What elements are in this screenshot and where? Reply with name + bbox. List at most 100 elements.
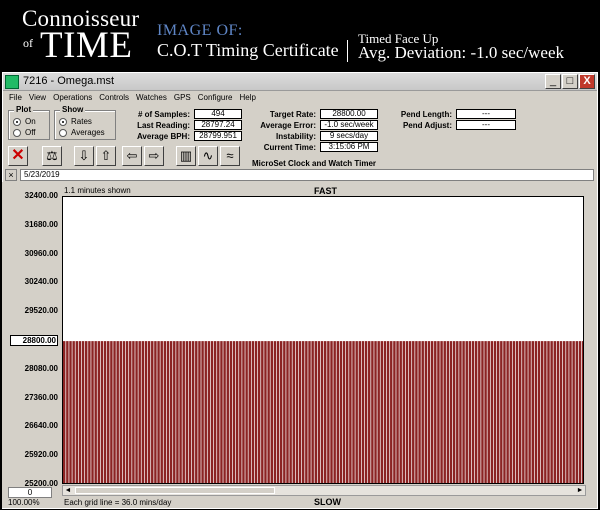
rate-bar	[289, 341, 292, 483]
rate-bar	[380, 341, 384, 483]
maximize-button[interactable]: □	[562, 74, 578, 89]
menu-file[interactable]: File	[6, 91, 26, 105]
rate-bar	[525, 341, 528, 483]
banner-divider	[347, 40, 348, 62]
rate-bar	[279, 341, 283, 483]
rate-bar	[396, 341, 399, 483]
plot-off-option[interactable]: Off	[13, 128, 36, 137]
rate-bar	[85, 341, 88, 483]
rate-bar	[239, 341, 242, 483]
rate-bar	[468, 341, 472, 483]
menu-view[interactable]: View	[26, 91, 50, 105]
y-tick-label: 28080.00	[24, 363, 58, 373]
target-rate-label: Target Rate:	[269, 110, 316, 119]
rate-bar	[176, 341, 179, 483]
close-button[interactable]: X	[579, 74, 595, 89]
rate-bar	[166, 341, 170, 483]
menu-help[interactable]: Help	[236, 91, 259, 105]
average-bph-label: Average BPH:	[136, 132, 190, 141]
rate-bar	[456, 341, 459, 483]
rate-bar	[364, 341, 368, 483]
menu-gps[interactable]: GPS	[171, 91, 195, 105]
bar-chart-button[interactable]: ▥	[176, 146, 196, 166]
rate-bar	[210, 341, 214, 483]
last-reading-label: Last Reading:	[137, 121, 190, 130]
rate-bar	[471, 341, 475, 483]
y-tick-label: 29520.00	[24, 306, 58, 316]
y-tick-label: 26640.00	[24, 421, 58, 431]
rate-bar	[169, 341, 173, 483]
minutes-shown-label: 1.1 minutes shown	[64, 186, 131, 195]
rate-bar	[402, 341, 406, 483]
rate-bar	[78, 341, 82, 483]
rate-bar	[163, 341, 167, 483]
rate-bar	[474, 341, 478, 483]
rate-bar	[97, 341, 101, 483]
rate-bar	[418, 341, 421, 483]
rate-bar	[575, 341, 579, 483]
show-rates-radio[interactable]	[59, 117, 67, 126]
wave-chart-button[interactable]: ∿	[198, 146, 218, 166]
rate-bar	[465, 341, 468, 483]
clear-button[interactable]: ✕	[8, 146, 28, 166]
rate-bar	[69, 341, 72, 483]
rate-bar	[100, 341, 104, 483]
rate-bar	[440, 341, 443, 483]
plot-on-option[interactable]: On	[13, 117, 36, 126]
scroll-right-button[interactable]: ⇨	[144, 146, 164, 166]
scale-button[interactable]: ⚖	[42, 146, 62, 166]
scroll-left-button[interactable]: ⇦	[122, 146, 142, 166]
menu-watches[interactable]: Watches	[133, 91, 171, 105]
slow-label: SLOW	[314, 497, 341, 507]
scroll-up-button[interactable]: ⇧	[96, 146, 116, 166]
rate-bar	[229, 341, 233, 483]
rate-bar	[553, 341, 556, 483]
rate-bar	[371, 341, 374, 483]
rate-bar	[327, 341, 330, 483]
rate-bar	[286, 341, 289, 483]
date-field[interactable]: 5/23/2019	[20, 169, 594, 181]
scrollbar-thumb[interactable]	[75, 487, 275, 494]
rate-bar	[361, 341, 365, 483]
menu-configure[interactable]: Configure	[195, 91, 237, 105]
title-bar[interactable]: 7216 - Omega.mst _ □ X	[3, 73, 597, 91]
rate-bar	[308, 341, 311, 483]
minimize-button[interactable]: _	[545, 74, 561, 89]
rate-bar	[355, 341, 358, 483]
menu-operations[interactable]: Operations	[50, 91, 96, 105]
samples-value: 494	[194, 109, 242, 119]
rate-bar	[478, 341, 481, 483]
show-averages-label: Averages	[71, 128, 105, 137]
instability-value: 9 secs/day	[320, 131, 378, 141]
rate-bar	[191, 341, 195, 483]
show-averages-option[interactable]: Averages	[59, 128, 105, 137]
offset-field[interactable]: 0	[8, 487, 52, 498]
rate-bar	[301, 341, 305, 483]
menu-controls[interactable]: Controls	[96, 91, 133, 105]
rate-bar	[352, 341, 355, 483]
rate-bar	[512, 341, 516, 483]
date-close-button[interactable]: ×	[5, 169, 17, 181]
plot-off-radio[interactable]	[13, 128, 21, 137]
rate-bar	[333, 341, 336, 483]
rate-bar	[157, 341, 160, 483]
rate-bar	[276, 341, 280, 483]
show-rates-option[interactable]: Rates	[59, 117, 92, 126]
rate-bar	[522, 341, 525, 483]
rate-bar	[314, 341, 318, 483]
rate-bar	[500, 341, 503, 483]
rate-bar	[305, 341, 308, 483]
scroll-down-button[interactable]: ⇩	[74, 146, 94, 166]
scroll-right-arrow-icon[interactable]: ►	[575, 486, 585, 495]
line-chart-button[interactable]: ≈	[220, 146, 240, 166]
plot-on-radio[interactable]	[13, 117, 21, 126]
show-averages-radio[interactable]	[59, 128, 67, 137]
rate-bar	[213, 341, 217, 483]
rate-bar	[572, 341, 575, 483]
rate-bar	[374, 341, 377, 483]
scroll-left-arrow-icon[interactable]: ◄	[63, 486, 73, 495]
y-tick-label: 30240.00	[24, 277, 58, 287]
rate-bar	[110, 341, 113, 483]
rate-bar	[204, 341, 207, 483]
horizontal-scrollbar[interactable]: ◄ ►	[62, 485, 586, 496]
